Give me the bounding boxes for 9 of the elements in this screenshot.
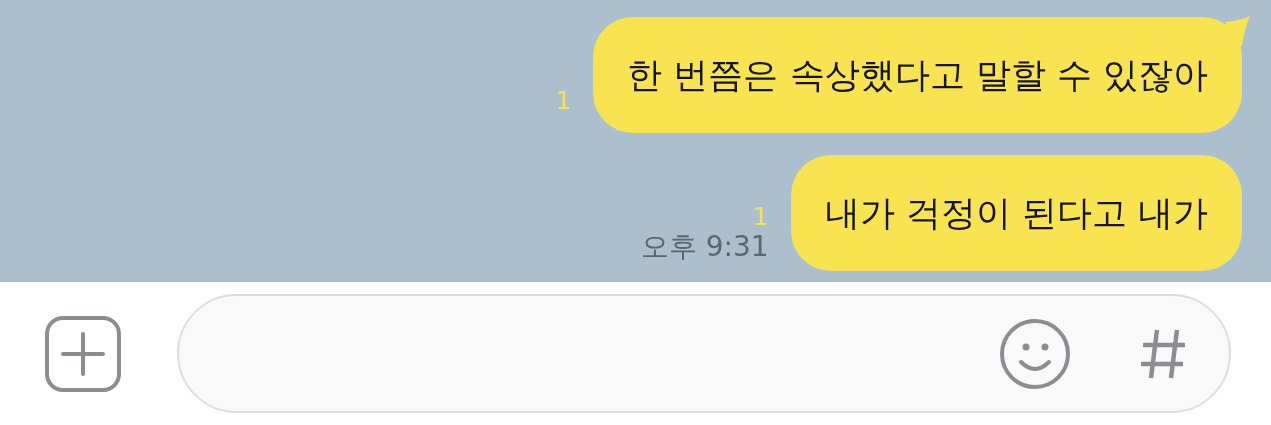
bubble-tail (1226, 16, 1252, 46)
hash-icon[interactable] (1139, 327, 1187, 380)
emoji-icon[interactable] (999, 317, 1071, 390)
unread-count: 1 (555, 87, 572, 115)
unread-count: 1 (752, 203, 769, 231)
add-icon[interactable] (45, 315, 121, 392)
message-time: 오후 9:31 (640, 231, 769, 263)
message-bubble: 한 번쯤은 속상했다고 말할 수 있잖아 (593, 17, 1242, 133)
message-bubble: 내가 걱정이 된다고 내가 (790, 155, 1242, 271)
